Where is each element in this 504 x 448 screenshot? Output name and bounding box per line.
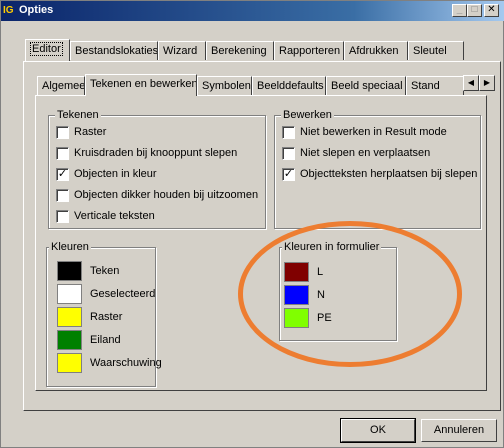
color-label-waarschuwing: Waarschuwing: [90, 357, 162, 369]
tab-berekening[interactable]: Berekening: [206, 41, 274, 60]
options-dialog: IG Opties _ □ ✕ Editor Bestandslokaties …: [0, 0, 504, 448]
checkbox-label: Kruisdraden bij knooppunt slepen: [74, 147, 238, 159]
kleuren-formulier-group-label: Kleuren in formulier: [282, 241, 382, 253]
checkbox-label: Objecten in kleur: [74, 168, 157, 180]
tab-afdrukken[interactable]: Afdrukken: [344, 41, 408, 60]
title-bar[interactable]: IG Opties _ □ ✕: [1, 1, 504, 21]
color-label-geselecteerd: Geselecteerd: [90, 288, 156, 300]
tab-rapporteren[interactable]: Rapporteren: [274, 41, 344, 60]
app-icon: IG: [3, 5, 14, 16]
checkbox-label: Raster: [74, 126, 107, 138]
color-swatch-geselecteerd[interactable]: [57, 284, 82, 304]
color-swatch-n[interactable]: [284, 285, 309, 305]
tab-tekenen-en-bewerken[interactable]: Tekenen en bewerken: [85, 74, 197, 96]
color-label-eiland: Eiland: [90, 334, 121, 346]
checkbox-box[interactable]: [56, 210, 69, 223]
maximize-button[interactable]: □: [467, 4, 482, 17]
inner-tab-row: Algemeen Tekenen en bewerken Symbolen Be…: [37, 74, 467, 96]
tab-scroll-left-icon[interactable]: ◀: [463, 75, 479, 91]
tab-stand[interactable]: Stand: [406, 76, 464, 95]
checkbox-box[interactable]: [56, 147, 69, 160]
color-swatch-eiland[interactable]: [57, 330, 82, 350]
tekenen-group-label: Tekenen: [55, 109, 101, 121]
tab-scroll-arrows: ◀ ▶: [463, 75, 497, 91]
checkbox-label: Objecten dikker houden bij uitzoomen: [74, 189, 259, 201]
tab-editor[interactable]: Editor: [25, 39, 70, 61]
checkbox-box[interactable]: [56, 126, 69, 139]
checkbox-label: Verticale teksten: [74, 210, 155, 222]
color-swatch-l[interactable]: [284, 262, 309, 282]
tab-wizard[interactable]: Wizard: [158, 41, 206, 60]
color-label-raster: Raster: [90, 311, 123, 323]
checkbox-label: Objectteksten herplaatsen bij slepen: [300, 168, 478, 180]
close-button[interactable]: ✕: [484, 4, 499, 17]
checkbox-box[interactable]: [282, 147, 295, 160]
checkmark-icon[interactable]: ✓: [282, 168, 295, 181]
tab-beeld-speciaal[interactable]: Beeld speciaal: [326, 76, 406, 95]
tab-bestandslokaties[interactable]: Bestandslokaties: [70, 41, 158, 60]
color-label-teken: Teken: [90, 265, 120, 277]
color-swatch-teken[interactable]: [57, 261, 82, 281]
bewerken-group-label: Bewerken: [281, 109, 334, 121]
tab-scroll-right-icon[interactable]: ▶: [479, 75, 495, 91]
cancel-button[interactable]: Annuleren: [421, 419, 497, 442]
tab-symbolen[interactable]: Symbolen: [197, 76, 252, 95]
checkbox-box[interactable]: [282, 126, 295, 139]
tab-beelddefaults[interactable]: Beelddefaults: [252, 76, 326, 95]
minimize-button[interactable]: _: [452, 4, 467, 17]
color-swatch-pe[interactable]: [284, 308, 309, 328]
kleuren-group-label: Kleuren: [49, 241, 91, 253]
checkbox-label: Niet slepen en verplaatsen: [300, 147, 431, 159]
checkbox-label: Niet bewerken in Result mode: [300, 126, 447, 138]
color-swatch-raster[interactable]: [57, 307, 82, 327]
checkmark-icon[interactable]: ✓: [56, 168, 69, 181]
top-tab-row: Editor Bestandslokaties Wizard Berekenin…: [25, 39, 485, 61]
tab-algemeen[interactable]: Algemeen: [37, 76, 85, 95]
color-label-n: N: [317, 289, 325, 301]
color-label-l: L: [317, 266, 324, 278]
checkbox-box[interactable]: [56, 189, 69, 202]
window-title: Opties: [19, 4, 54, 16]
ok-button[interactable]: OK: [340, 418, 416, 443]
tab-sleutel[interactable]: Sleutel: [408, 41, 464, 60]
color-swatch-waarschuwing[interactable]: [57, 353, 82, 373]
color-label-pe: PE: [317, 312, 332, 324]
